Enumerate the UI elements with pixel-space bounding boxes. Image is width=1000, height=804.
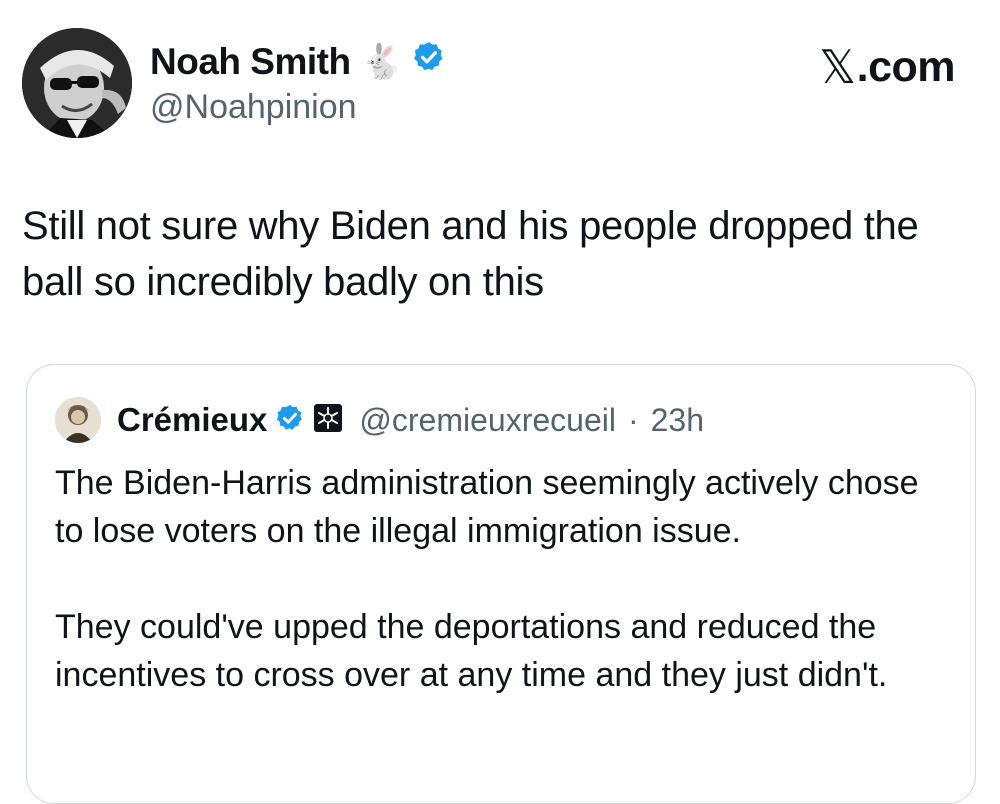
author-name[interactable]: Noah Smith xyxy=(150,41,351,83)
author-handle[interactable]: @Noahpinion xyxy=(150,88,357,127)
quoted-tweet-text: The Biden-Harris administration seemingl… xyxy=(55,459,945,747)
brand-text: .com xyxy=(856,42,956,91)
verified-badge-icon xyxy=(275,403,305,438)
quoted-author-handle[interactable]: @cremieuxrecueil xyxy=(359,402,616,439)
x-brand: 𝕏 .com xyxy=(819,40,955,94)
quoted-tweet-timestamp[interactable]: 23h xyxy=(651,402,704,439)
x-logo-icon: 𝕏 xyxy=(819,40,856,94)
quoted-paragraph: The Biden-Harris administration seemingl… xyxy=(55,464,919,550)
quoted-tweet-card[interactable]: Crémieux @cremieuxrecueil · 23h The Bide… xyxy=(26,364,976,804)
quoted-author-name[interactable]: Crémieux xyxy=(117,401,267,439)
author-avatar[interactable] xyxy=(22,28,132,138)
verified-badge-icon xyxy=(412,40,446,83)
quoted-paragraph: They could've upped the deportations and… xyxy=(55,608,888,694)
separator-dot: · xyxy=(627,401,639,438)
quoted-avatar-image xyxy=(55,397,101,443)
quoted-tweet-header: Crémieux @cremieuxrecueil · 23h xyxy=(55,397,704,443)
tweet-text: Still not sure why Biden and his people … xyxy=(22,204,919,304)
affiliate-badge-icon xyxy=(313,403,343,438)
author-name-row[interactable]: Noah Smith 🐇 xyxy=(150,40,446,83)
avatar-image xyxy=(22,28,132,138)
rabbit-emoji-icon: 🐇 xyxy=(360,41,403,82)
quoted-author-avatar[interactable] xyxy=(55,397,101,443)
